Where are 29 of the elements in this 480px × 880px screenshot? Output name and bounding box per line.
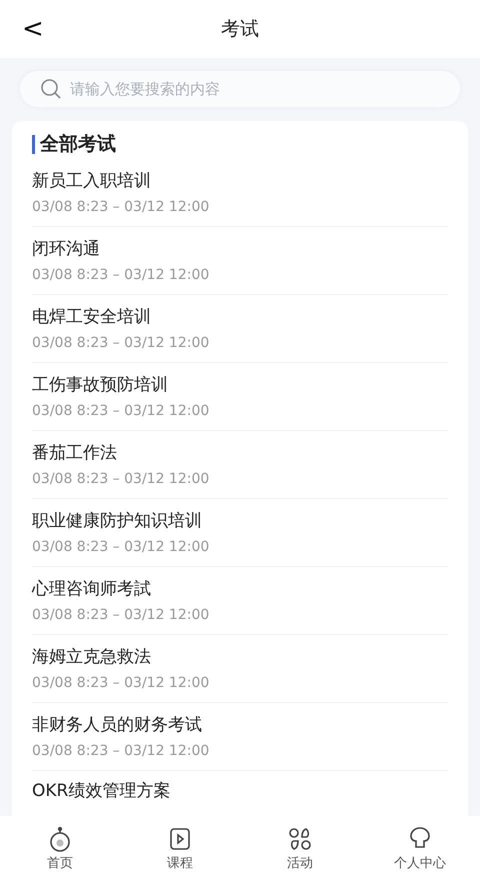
- exam-title[interactable]: 职业健康防护知识培训: [32, 508, 202, 532]
- exam-title[interactable]: 非财务人员的财务考试: [32, 712, 202, 736]
- tab-item[interactable]: 课程: [120, 816, 240, 880]
- exam-title[interactable]: 工伤事故预防培训: [32, 372, 168, 396]
- exam-time: 03/08 8:23 – 03/12 12:00: [32, 470, 210, 488]
- exam-title[interactable]: 新员工入职培训: [32, 168, 151, 192]
- exam-title[interactable]: OKR绩效管理方案: [32, 779, 170, 803]
- exam-time: 03/08 8:23 – 03/12 12:00: [32, 606, 210, 624]
- page-title: 考试: [221, 17, 259, 42]
- back-button[interactable]: <: [18, 14, 48, 44]
- exam-title[interactable]: 海姆立克急救法: [32, 644, 151, 668]
- exam-time: 03/08 8:23 – 03/12 12:00: [32, 334, 210, 352]
- search-icon: [40, 78, 62, 100]
- exam-title[interactable]: 番茄工作法: [32, 440, 117, 464]
- exam-title[interactable]: 闭环沟通: [32, 236, 100, 260]
- section-title: 全部考试: [40, 132, 116, 157]
- exam-time: 03/08 8:23 – 03/12 12:00: [32, 674, 210, 692]
- exam-title[interactable]: 电焊工安全培训: [32, 304, 151, 328]
- exam-time: 03/08 8:23 – 03/12 12:00: [32, 266, 210, 284]
- section-marker: [32, 134, 35, 154]
- exam-title[interactable]: 心理咨询师考試: [32, 576, 151, 600]
- tab-item[interactable]: 首页: [0, 816, 120, 880]
- exam-time: 03/08 8:23 – 03/12 12:00: [32, 538, 210, 556]
- search-field[interactable]: 请输入您要搜索的内容: [20, 71, 460, 107]
- exam-time: 03/08 8:23 – 03/12 12:00: [32, 742, 210, 760]
- exam-time: 03/08 8:23 – 03/12 12:00: [32, 402, 210, 420]
- exam-time: 03/08 8:23 – 03/12 12:00: [32, 198, 210, 216]
- tab-item[interactable]: 活动: [240, 816, 360, 880]
- tab-item[interactable]: 个人中心: [360, 816, 480, 880]
